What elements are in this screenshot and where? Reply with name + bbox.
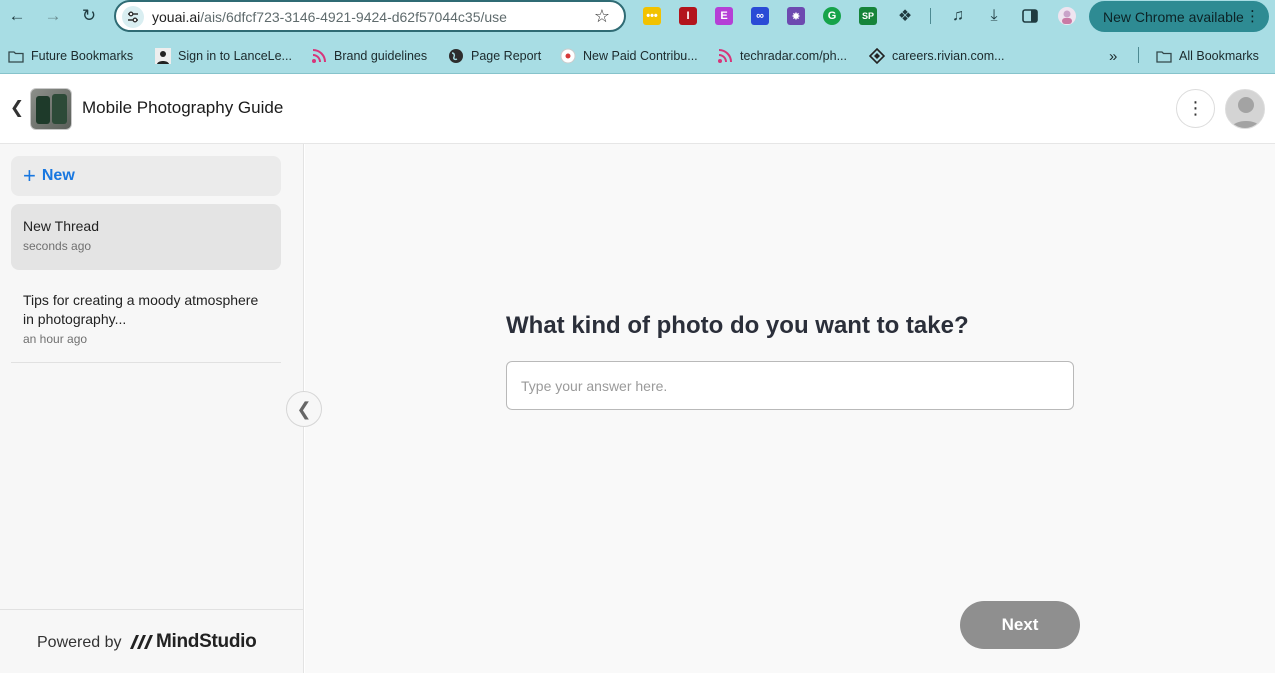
- mindstudio-logo[interactable]: MindStudio: [129, 631, 257, 653]
- thread-title: Tips for creating a moody atmosphere in …: [23, 292, 259, 327]
- thread-item[interactable]: New Thread seconds ago: [11, 204, 281, 270]
- mindstudio-mark-icon: [130, 635, 153, 649]
- site-info-icon[interactable]: [122, 6, 144, 28]
- more-vert-icon: ⋮: [1245, 8, 1260, 25]
- download-icon[interactable]: ⤓: [982, 4, 1006, 28]
- powered-by-text: Powered by: [37, 634, 122, 651]
- new-thread-button[interactable]: + New: [11, 156, 281, 196]
- bookmark-page-report[interactable]: Page Report: [448, 48, 541, 64]
- bookmark-label: Page Report: [471, 49, 542, 63]
- bookmark-new-paid-contributor[interactable]: New Paid Contribu...: [560, 48, 698, 64]
- next-button[interactable]: Next: [960, 601, 1080, 649]
- more-options-button[interactable]: ⋮: [1176, 89, 1215, 128]
- collapse-sidebar-button[interactable]: ❮: [286, 391, 322, 427]
- thread-timestamp: seconds ago: [23, 239, 92, 253]
- folder-icon: [1156, 48, 1172, 64]
- answer-input[interactable]: [506, 361, 1074, 410]
- bookmarks-divider: [1138, 47, 1139, 63]
- chevron-left-icon: ❮: [296, 398, 312, 419]
- person-icon: [155, 48, 171, 64]
- extension-purple-icon[interactable]: E: [715, 7, 733, 25]
- extension-red-icon[interactable]: I: [679, 7, 697, 25]
- chrome-update-label: New Chrome available: [1103, 8, 1244, 25]
- bookmark-label: New Paid Contribu...: [583, 49, 698, 63]
- rss-icon: [311, 48, 327, 64]
- extension-sp-icon[interactable]: SP: [859, 7, 877, 25]
- folder-icon: [8, 48, 24, 64]
- reload-icon[interactable]: ↻: [77, 4, 101, 28]
- app-thumbnail: [30, 88, 72, 130]
- sidebar-divider: [11, 362, 281, 363]
- sidebar-footer: Powered by MindStudio: [0, 609, 303, 673]
- url-path: /ais/6dfcf723-3146-4921-9424-d62f57044c3…: [200, 9, 507, 25]
- globe-icon: [448, 48, 464, 64]
- back-arrow-icon[interactable]: ←: [5, 4, 29, 28]
- user-avatar[interactable]: [1225, 89, 1265, 129]
- bookmark-future-bookmarks[interactable]: Future Bookmarks: [8, 48, 133, 64]
- url-text: youai.ai/ais/6dfcf723-3146-4921-9424-d62…: [152, 9, 507, 25]
- app-header: ❮ Mobile Photography Guide ⋮: [0, 75, 1275, 144]
- chrome-update-button[interactable]: New Chrome available ⋮: [1089, 1, 1269, 32]
- plus-icon: +: [23, 163, 36, 188]
- browser-toolbar: ← → ↻ youai.ai/ais/6dfcf723-3146-4921-94…: [0, 0, 1275, 36]
- bookmark-lancele[interactable]: Sign in to LanceLe...: [155, 48, 292, 64]
- bookmark-label: Sign in to LanceLe...: [178, 49, 292, 63]
- extension-grammarly-icon[interactable]: G: [823, 7, 841, 25]
- bookmark-techradar[interactable]: techradar.com/ph...: [717, 48, 847, 64]
- main-panel: What kind of photo do you want to take? …: [305, 144, 1275, 673]
- record-icon: [560, 48, 576, 64]
- extensions-puzzle-icon[interactable]: ❖: [893, 4, 917, 28]
- extension-asterisk-icon[interactable]: ✸: [787, 7, 805, 25]
- diamond-icon: [869, 48, 885, 64]
- bookmark-label: Future Bookmarks: [31, 49, 134, 63]
- toolbar-divider: [930, 8, 931, 24]
- bookmarks-bar: Future Bookmarks Sign in to LanceLe... B…: [0, 36, 1275, 74]
- extension-yellow-icon[interactable]: •••: [643, 7, 661, 25]
- more-vert-icon: ⋮: [1186, 98, 1205, 118]
- sidebar: + New New Thread seconds ago Tips for cr…: [0, 144, 304, 673]
- bookmark-rivian-careers[interactable]: careers.rivian.com...: [869, 48, 1005, 64]
- profile-avatar-icon[interactable]: [1055, 4, 1079, 28]
- bookmark-all-bookmarks[interactable]: All Bookmarks: [1156, 48, 1259, 64]
- bookmark-brand-guidelines[interactable]: Brand guidelines: [311, 48, 427, 64]
- bookmark-label: All Bookmarks: [1179, 49, 1259, 63]
- bookmark-label: techradar.com/ph...: [740, 49, 848, 63]
- extension-link-icon[interactable]: ∞: [751, 7, 769, 25]
- chevron-double-right-icon: »: [1109, 47, 1118, 65]
- thread-item[interactable]: Tips for creating a moody atmosphere in …: [11, 291, 261, 351]
- forward-arrow-icon[interactable]: →: [41, 4, 65, 28]
- thread-timestamp: an hour ago: [23, 332, 88, 346]
- url-host: youai.ai: [152, 9, 201, 25]
- new-thread-label: New: [41, 167, 75, 184]
- bookmark-label: careers.rivian.com...: [892, 49, 1005, 63]
- mindstudio-brand: MindStudio: [156, 631, 257, 652]
- bookmarks-overflow-button[interactable]: »: [1109, 47, 1118, 65]
- thread-title: New Thread: [23, 218, 100, 234]
- bookmark-label: Brand guidelines: [334, 49, 428, 63]
- address-bar[interactable]: youai.ai/ais/6dfcf723-3146-4921-9424-d62…: [114, 0, 626, 32]
- back-chevron-icon[interactable]: ❮: [9, 97, 25, 119]
- app-title: Mobile Photography Guide: [82, 98, 284, 117]
- rss-icon: [717, 48, 733, 64]
- question-heading: What kind of photo do you want to take?: [506, 312, 969, 339]
- media-control-icon[interactable]: ♫: [946, 4, 970, 28]
- bookmark-star-icon[interactable]: ☆: [594, 6, 610, 27]
- side-panel-icon[interactable]: [1018, 4, 1042, 28]
